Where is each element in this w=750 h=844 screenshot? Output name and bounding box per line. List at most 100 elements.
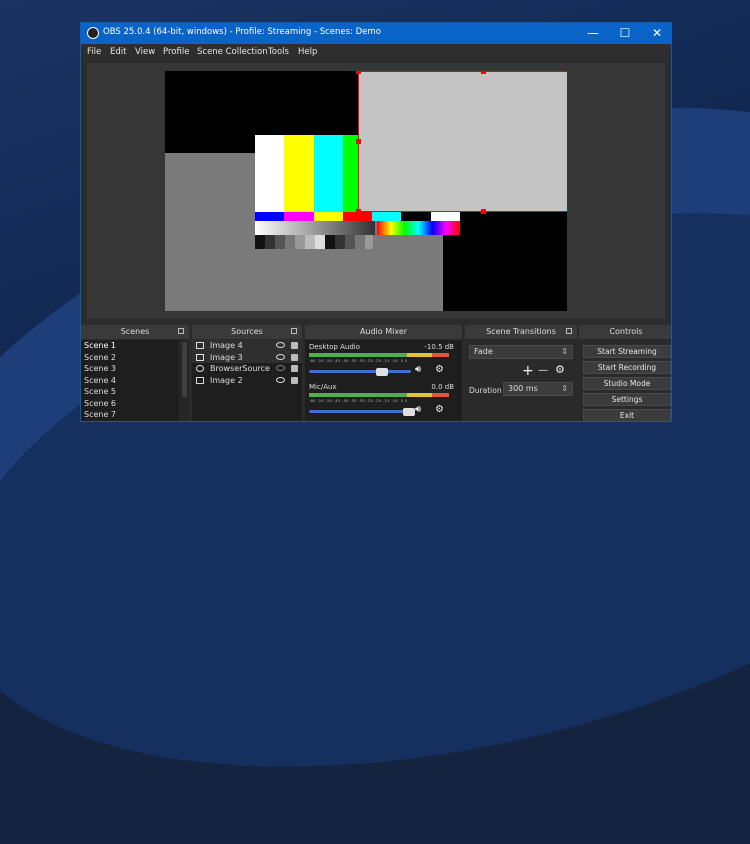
float-icon[interactable] xyxy=(291,328,297,334)
channel-name: Desktop Audio xyxy=(309,343,360,351)
controls-header: Controls xyxy=(579,325,671,339)
volume-slider[interactable] xyxy=(309,370,411,373)
obs-window: OBS 25.0.4 (64-bit, windows) - Profile: … xyxy=(80,22,672,422)
menu-scene-collection[interactable]: Scene Collection xyxy=(197,47,268,57)
close-button[interactable]: ✕ xyxy=(641,23,671,44)
float-icon[interactable] xyxy=(178,328,184,334)
color-bar-lower xyxy=(372,212,402,221)
lock-icon[interactable] xyxy=(291,376,298,384)
lock-icon[interactable] xyxy=(291,353,298,361)
scenes-scrollbar[interactable] xyxy=(180,340,189,421)
duration-input[interactable]: 300 ms ⇕ xyxy=(503,382,573,396)
globe-icon xyxy=(196,365,204,372)
visibility-icon[interactable] xyxy=(276,342,285,348)
visibility-icon[interactable] xyxy=(276,353,285,360)
color-bar-lower xyxy=(313,212,344,221)
sources-dock-title: Sources xyxy=(231,327,263,336)
menu-tools[interactable]: Tools xyxy=(268,47,289,57)
image-icon xyxy=(196,342,204,349)
menu-profile[interactable]: Profile xyxy=(163,47,189,57)
scenes-dock-title: Scenes xyxy=(120,327,150,336)
scene-item[interactable]: Scene 2 xyxy=(81,352,179,364)
transitions-header: Scene Transitions xyxy=(465,325,577,339)
title-bar[interactable]: OBS 25.0.4 (64-bit, windows) - Profile: … xyxy=(81,23,671,44)
speaker-icon[interactable]: 🔊︎ xyxy=(415,404,421,415)
color-bar xyxy=(255,135,285,212)
source-item[interactable]: BrowserSource xyxy=(192,363,302,375)
start-streaming-button[interactable]: Start Streaming xyxy=(583,345,671,358)
scene-item[interactable]: Scene 3 xyxy=(81,363,179,375)
scene-item[interactable]: Scene 7 xyxy=(81,409,179,421)
scenes-dock: Scenes Scene 1 Scene 2 Scene 3 Scene 4 S… xyxy=(81,325,189,421)
preview-area[interactable] xyxy=(87,63,665,319)
channel-name: Mic/Aux xyxy=(309,383,337,391)
spectrum-strip xyxy=(377,221,460,235)
volume-slider[interactable] xyxy=(309,410,411,413)
selected-source-bounds[interactable] xyxy=(358,71,567,212)
studio-mode-button[interactable]: Studio Mode xyxy=(583,377,671,390)
visibility-hidden-icon[interactable] xyxy=(276,365,285,371)
color-bar-lower xyxy=(401,212,432,221)
resize-handle-top[interactable] xyxy=(481,71,486,74)
menu-edit[interactable]: Edit xyxy=(110,47,126,57)
channel-db: 0.0 dB xyxy=(431,383,454,391)
gear-icon[interactable]: ⚙ xyxy=(435,364,444,375)
gear-icon[interactable]: ⚙ xyxy=(435,404,444,415)
preview-canvas[interactable] xyxy=(165,71,567,311)
audio-mixer-dock: Audio Mixer Desktop Audio -10.5 dB -60 -… xyxy=(305,325,462,421)
scroll-thumb[interactable] xyxy=(182,342,187,397)
meter-scale: -60 -55 -50 -45 -40 -35 -30 -25 -20 -15 … xyxy=(309,399,408,403)
scenes-dock-header: Scenes xyxy=(81,325,189,339)
remove-transition-button[interactable]: — xyxy=(538,365,548,376)
settings-button[interactable]: Settings xyxy=(583,393,671,406)
exit-button[interactable]: Exit xyxy=(583,409,671,421)
scenes-list[interactable]: Scene 1 Scene 2 Scene 3 Scene 4 Scene 5 … xyxy=(81,340,179,421)
lock-icon[interactable] xyxy=(291,342,298,349)
scene-item[interactable]: Scene 5 xyxy=(81,386,179,398)
transition-select-value: Fade xyxy=(474,347,493,356)
volume-slider-handle[interactable] xyxy=(376,368,389,376)
source-label: Image 2 xyxy=(210,375,243,385)
scene-item[interactable]: Scene 4 xyxy=(81,375,179,387)
color-bar xyxy=(313,135,344,212)
resize-handle-left[interactable] xyxy=(356,139,361,144)
speaker-icon[interactable]: 🔊︎ xyxy=(415,364,421,375)
source-label: Image 4 xyxy=(210,341,243,350)
maximize-button[interactable]: ☐ xyxy=(609,23,641,44)
sources-list[interactable]: Image 4 Image 3 BrowserSource Image 2 xyxy=(192,340,302,421)
gear-icon[interactable]: ⚙ xyxy=(555,363,565,376)
audio-mixer-header: Audio Mixer xyxy=(305,325,462,339)
transition-select[interactable]: Fade ⇕ xyxy=(469,345,573,359)
transitions-title: Scene Transitions xyxy=(486,327,556,336)
add-transition-button[interactable]: + xyxy=(522,363,534,379)
float-icon[interactable] xyxy=(566,328,572,334)
start-recording-button[interactable]: Start Recording xyxy=(583,361,671,374)
color-bar-lower xyxy=(430,212,461,221)
image-icon xyxy=(196,353,204,361)
grayscale-strip xyxy=(255,235,373,249)
spin-arrows-icon[interactable]: ⇕ xyxy=(561,383,568,395)
controls-dock: Controls Start Streaming Start Recording… xyxy=(579,325,671,421)
lock-icon[interactable] xyxy=(291,365,298,372)
source-item[interactable]: Image 2 xyxy=(192,375,302,387)
sources-dock: Sources Image 4 Image 3 BrowserSource Im… xyxy=(192,325,302,421)
resize-handle-bottom[interactable] xyxy=(481,209,486,214)
menu-bar: File Edit View Profile Scene Collection … xyxy=(81,44,671,61)
window-title: OBS 25.0.4 (64-bit, windows) - Profile: … xyxy=(103,27,381,37)
minimize-button[interactable]: — xyxy=(577,23,609,44)
scene-item[interactable]: Scene 1 xyxy=(81,340,179,352)
menu-view[interactable]: View xyxy=(135,47,155,57)
audio-mixer-title: Audio Mixer xyxy=(359,327,408,336)
resize-handle-top-left[interactable] xyxy=(356,71,361,74)
color-bar-lower xyxy=(284,212,315,221)
source-item[interactable]: Image 3 xyxy=(192,351,302,363)
scene-item[interactable]: Scene 6 xyxy=(81,398,179,410)
visibility-icon[interactable] xyxy=(276,376,285,383)
menu-file[interactable]: File xyxy=(87,47,101,57)
volume-slider-handle[interactable] xyxy=(402,408,415,416)
menu-help[interactable]: Help xyxy=(298,47,317,57)
resize-handle-bottom-left[interactable] xyxy=(356,209,361,214)
channel-db: -10.5 dB xyxy=(424,343,454,351)
sources-dock-header: Sources xyxy=(192,325,302,339)
source-item[interactable]: Image 4 xyxy=(192,340,302,352)
